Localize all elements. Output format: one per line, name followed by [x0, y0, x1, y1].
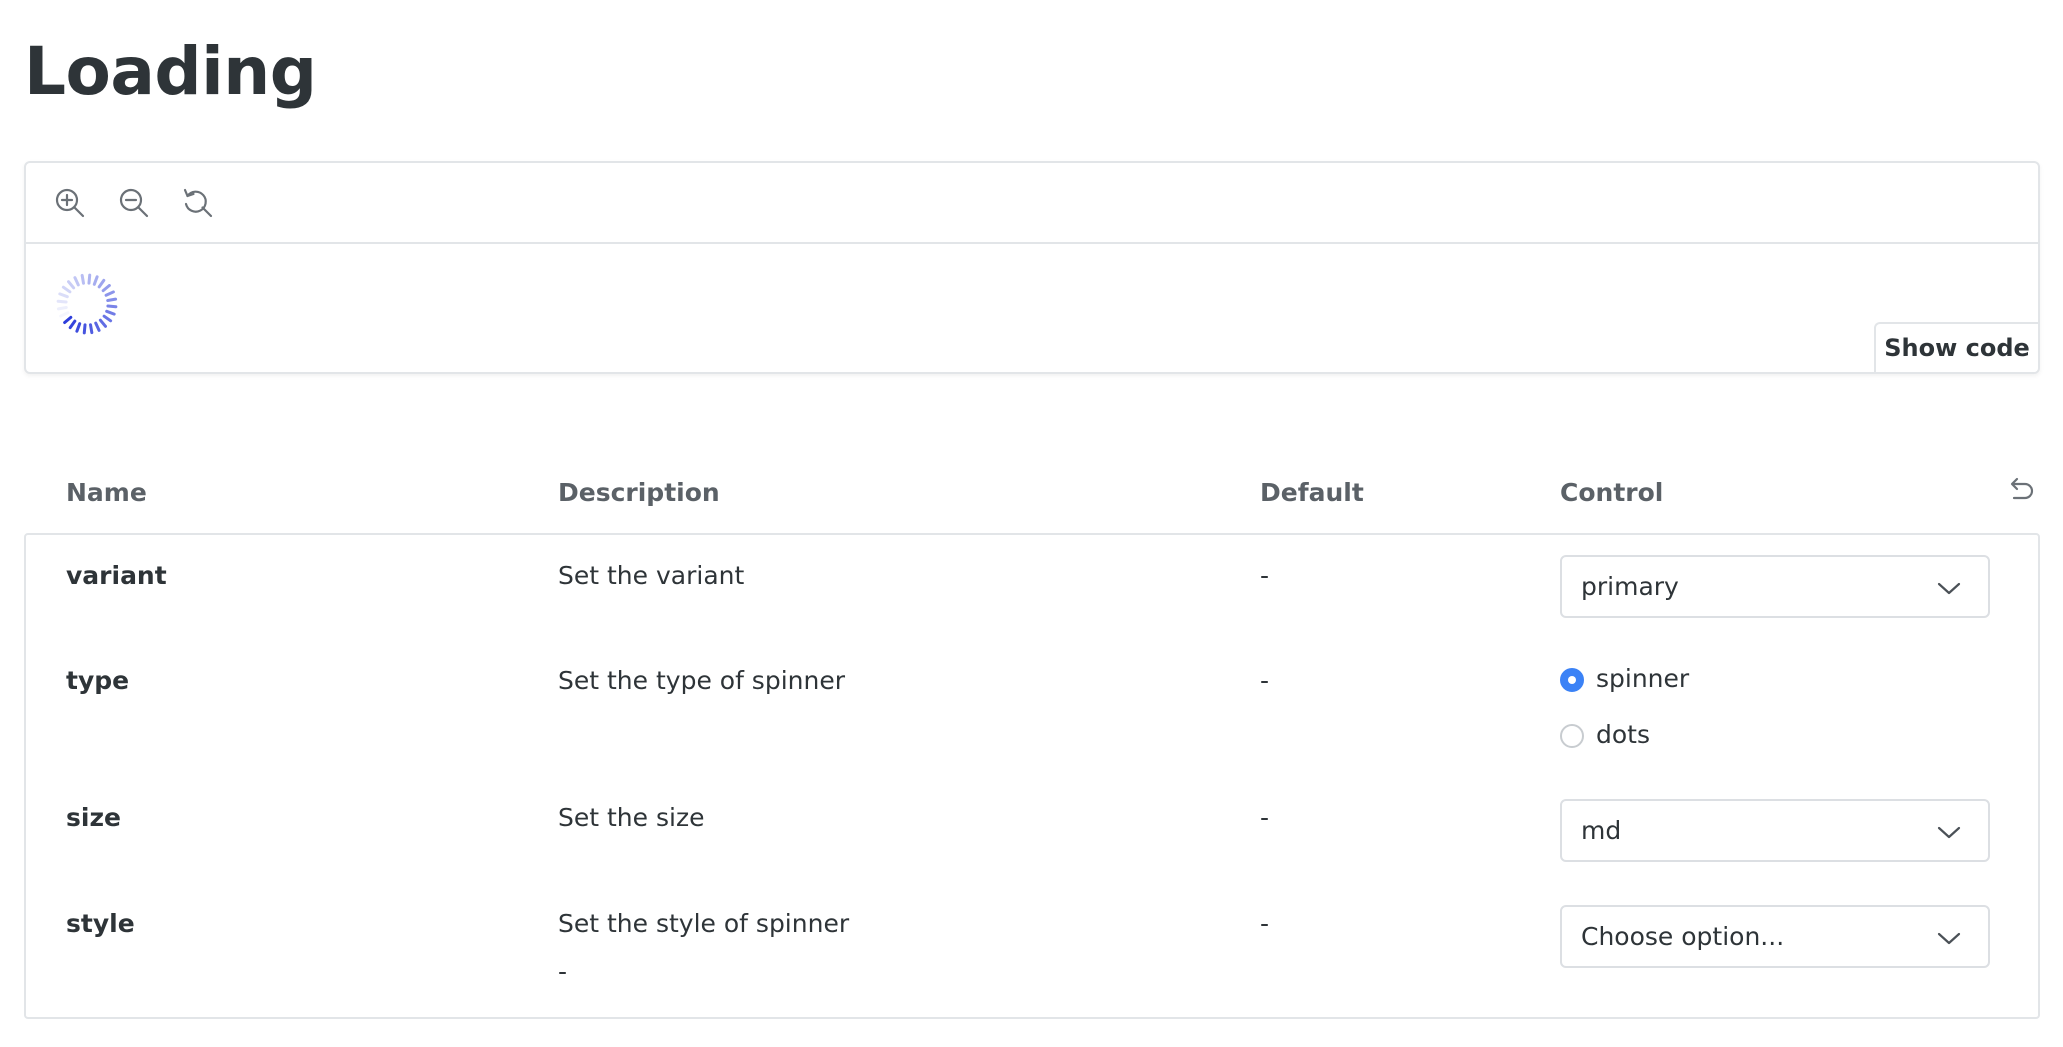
page-title: Loading — [24, 33, 317, 110]
spinner-tick — [104, 290, 115, 297]
table-row: type Set the type of spinner - spinner d… — [26, 640, 2038, 777]
spinner-tick — [101, 284, 111, 293]
spinner-tick — [67, 280, 76, 290]
undo-icon — [2010, 477, 2034, 500]
table-row: size Set the size - md — [26, 777, 2038, 883]
radio-checked-icon — [1560, 668, 1584, 692]
spinner-tick — [75, 322, 82, 333]
spinner-tick — [97, 278, 106, 289]
radio-label: dots — [1596, 720, 1650, 749]
chevron-down-icon — [1937, 826, 1961, 839]
select-value: md — [1581, 816, 1622, 845]
size-select[interactable]: md — [1560, 799, 1990, 862]
column-header-description: Description — [558, 478, 720, 507]
preview-toolbar — [26, 163, 2038, 244]
spinner-tick — [58, 292, 69, 299]
column-header-default: Default — [1260, 478, 1364, 507]
spinner-tick — [105, 309, 116, 316]
select-value: primary — [1581, 572, 1679, 601]
table-row: style Set the style of spinner - - Choos… — [26, 883, 2038, 1015]
spinner-tick — [80, 273, 85, 285]
arg-default: - — [1260, 666, 1270, 695]
radio-unchecked-icon — [1560, 724, 1584, 748]
spinner-icon — [56, 273, 118, 335]
spinner-tick — [102, 314, 113, 323]
spinner-tick — [61, 285, 72, 294]
arg-description: Set the type of spinner — [558, 666, 845, 695]
variant-select[interactable]: primary — [1560, 555, 1990, 618]
spinner-tick — [59, 311, 70, 318]
arg-name: style — [66, 909, 135, 938]
show-code-button[interactable]: Show code — [1874, 322, 2038, 372]
arg-default: - — [1260, 561, 1270, 590]
reset-controls-button[interactable] — [2004, 474, 2038, 508]
style-select[interactable]: Choose option... — [1560, 905, 1990, 968]
reset-zoom-icon — [183, 188, 213, 218]
spinner-tick — [68, 319, 77, 330]
chevron-down-icon — [1937, 582, 1961, 595]
zoom-out-button[interactable] — [116, 185, 152, 221]
column-header-control: Control — [1560, 478, 1664, 507]
spinner-tick — [73, 276, 80, 287]
arg-name: type — [66, 666, 130, 695]
arg-description-detail: - — [558, 957, 568, 986]
table-row: variant Set the variant - primary — [26, 535, 2038, 640]
arg-name: size — [66, 803, 121, 832]
spinner-tick — [106, 297, 118, 302]
preview-canvas: Show code — [24, 161, 2040, 374]
spinner-tick — [94, 321, 101, 332]
spinner-tick — [106, 304, 118, 309]
zoom-in-button[interactable] — [52, 185, 88, 221]
spinner-tick — [89, 323, 94, 335]
zoom-out-icon — [119, 188, 149, 218]
spinner-tick — [92, 275, 99, 286]
arg-name: variant — [66, 561, 167, 590]
zoom-in-icon — [55, 188, 85, 218]
arg-default: - — [1260, 803, 1270, 832]
spinner-tick — [82, 323, 87, 335]
reset-zoom-button[interactable] — [180, 185, 216, 221]
arg-description: Set the style of spinner — [558, 909, 850, 938]
arg-description: Set the variant — [558, 561, 745, 590]
spinner-tick — [56, 299, 68, 304]
column-header-name: Name — [66, 478, 147, 507]
spinner-tick — [63, 315, 73, 324]
args-table-header: Name Description Default Control — [24, 470, 2038, 534]
arg-description: Set the size — [558, 803, 705, 832]
arg-default: - — [1260, 909, 1270, 938]
chevron-down-icon — [1937, 932, 1961, 945]
spinner-tick — [98, 318, 107, 328]
spinner-tick — [56, 306, 68, 311]
spinner-tick — [87, 273, 92, 285]
radio-label: spinner — [1596, 664, 1690, 693]
args-table-body: variant Set the variant - primary type S… — [24, 533, 2040, 1019]
select-value: Choose option... — [1581, 922, 1785, 951]
